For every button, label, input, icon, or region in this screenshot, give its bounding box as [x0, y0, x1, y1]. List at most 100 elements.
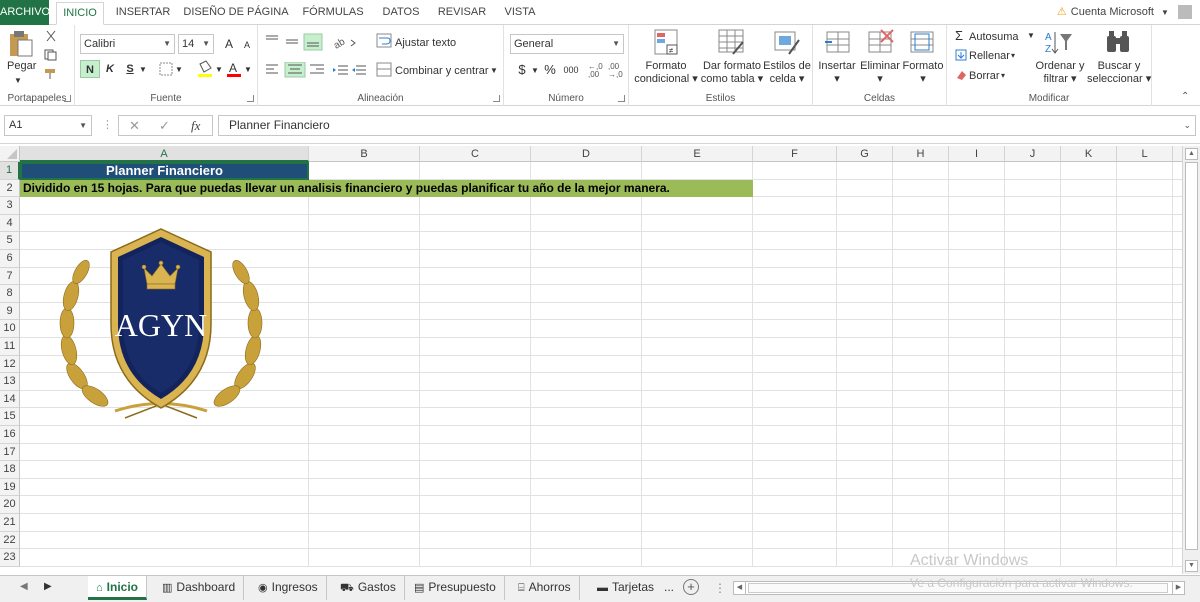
column-header-j[interactable]: J — [1005, 146, 1061, 162]
sheet-tab-gastos[interactable]: ⛟ Gastos — [332, 576, 405, 600]
column-header-l[interactable]: L — [1117, 146, 1173, 162]
tab-split-handle[interactable]: ⋮ — [714, 581, 726, 595]
row-header-1[interactable]: 1 — [0, 162, 20, 180]
column-header-i[interactable]: I — [949, 146, 1005, 162]
tab-diseno-pagina[interactable]: DISEÑO DE PÁGINA — [182, 2, 290, 25]
find-select-icon[interactable] — [1103, 28, 1135, 58]
collapse-ribbon-icon[interactable]: ⌃ — [1181, 91, 1189, 102]
scroll-left-icon[interactable]: ◀ — [734, 582, 746, 594]
column-header-h[interactable]: H — [893, 146, 949, 162]
thousands-button[interactable]: 000 — [559, 61, 583, 79]
shrink-font-button[interactable]: A — [237, 36, 257, 54]
expand-formula-icon[interactable]: ⌄ — [1183, 116, 1191, 135]
column-header-c[interactable]: C — [420, 146, 531, 162]
font-size-combo[interactable]: 14 ▼ — [178, 34, 214, 54]
cut-icon[interactable] — [44, 30, 58, 42]
row-header-9[interactable]: 9 — [0, 302, 20, 321]
fill-color-icon[interactable] — [197, 60, 213, 78]
row-header-19[interactable]: 19 — [0, 478, 20, 497]
wrap-text-icon[interactable] — [376, 33, 394, 49]
vertical-scrollbar[interactable]: ▲ ▼ — [1182, 146, 1200, 574]
more-options-icon[interactable]: ⋮ — [102, 118, 113, 131]
row-header-22[interactable]: 22 — [0, 531, 20, 550]
select-all-corner[interactable] — [0, 146, 20, 162]
column-header-a[interactable]: A — [20, 146, 309, 162]
font-color-icon[interactable]: A — [226, 60, 242, 78]
autosum-button[interactable]: Autosuma — [969, 31, 1019, 43]
underline-button[interactable]: S — [120, 60, 140, 78]
vertical-scroll-thumb[interactable] — [1185, 162, 1198, 550]
format-as-table-button[interactable]: Dar formato como tabla ▾ — [699, 60, 765, 86]
currency-dropdown-icon[interactable]: ▼ — [531, 66, 539, 75]
fill-button[interactable]: Rellenar — [969, 50, 1010, 62]
row-header-8[interactable]: 8 — [0, 285, 20, 303]
insert-cells-button[interactable]: Insertar ▾ — [815, 60, 859, 86]
row-header-3[interactable]: 3 — [0, 197, 20, 215]
tab-insertar[interactable]: INSERTAR — [112, 2, 174, 25]
cell-styles-button[interactable]: Estilos de celda ▾ — [763, 60, 811, 86]
column-header-d[interactable]: D — [531, 146, 642, 162]
merge-center-icon[interactable] — [376, 62, 394, 78]
insert-function-button[interactable]: fx — [191, 118, 200, 134]
fill-icon[interactable] — [955, 49, 967, 61]
clear-icon[interactable] — [955, 69, 967, 81]
decimal-icons[interactable]: ←,0,00,00→,0 — [588, 61, 626, 79]
clear-button[interactable]: Borrar — [969, 70, 1000, 82]
paste-icon[interactable] — [8, 30, 34, 58]
column-header-k[interactable]: K — [1061, 146, 1117, 162]
borders-dropdown-icon[interactable]: ▼ — [175, 65, 183, 74]
cell-styles-icon[interactable] — [771, 28, 803, 58]
row-header-10[interactable]: 10 — [0, 320, 20, 338]
currency-button[interactable]: $ — [512, 61, 532, 79]
format-as-table-icon[interactable] — [715, 28, 747, 58]
clear-dropdown-icon[interactable]: ▾ — [1001, 71, 1005, 80]
row-header-12[interactable]: 12 — [0, 355, 20, 374]
sheet-tab-ingresos[interactable]: ◉ Ingresos — [250, 576, 327, 600]
cell-a2[interactable]: Dividido en 15 hojas. Para que puedas ll… — [20, 179, 753, 198]
autosum-dropdown-icon[interactable]: ▼ — [1027, 31, 1035, 40]
tab-datos[interactable]: DATOS — [376, 2, 426, 25]
add-sheet-icon[interactable]: + — [683, 579, 699, 595]
find-select-button[interactable]: Buscar y seleccionar ▾ — [1087, 60, 1151, 86]
row-header-18[interactable]: 18 — [0, 461, 20, 479]
wrap-text-button[interactable]: Ajustar texto — [395, 37, 456, 49]
conditional-format-button[interactable]: Formato condicional ▾ — [631, 60, 701, 86]
font-name-combo[interactable]: Calibri ▼ — [80, 34, 175, 54]
sort-filter-icon[interactable]: AZ — [1043, 28, 1075, 58]
row-header-15[interactable]: 15 — [0, 408, 20, 426]
column-header-m[interactable]: M — [1173, 146, 1182, 162]
scroll-right-icon[interactable]: ▶ — [1172, 582, 1184, 594]
font-launcher-icon[interactable] — [247, 95, 254, 102]
paste-dropdown-icon[interactable]: ▼ — [14, 76, 22, 85]
format-cells-icon[interactable] — [907, 28, 939, 58]
tab-inicio[interactable]: INICIO — [56, 2, 104, 25]
scroll-up-icon[interactable]: ▲ — [1185, 148, 1198, 160]
delete-cells-icon[interactable] — [865, 28, 897, 58]
font-color-dropdown-icon[interactable]: ▼ — [244, 65, 252, 74]
row-header-23[interactable]: 23 — [0, 549, 20, 567]
insert-cells-icon[interactable] — [823, 28, 855, 58]
row-header-11[interactable]: 11 — [0, 338, 20, 356]
italic-button[interactable]: K — [100, 60, 120, 78]
scroll-tabs-left-icon[interactable]: ◀ — [20, 581, 28, 592]
row-header-21[interactable]: 21 — [0, 514, 20, 532]
clipboard-launcher-icon[interactable] — [64, 95, 71, 102]
borders-icon[interactable] — [159, 62, 173, 76]
tab-revisar[interactable]: REVISAR — [434, 2, 490, 25]
row-header-4[interactable]: 4 — [0, 214, 20, 233]
row-header-6[interactable]: 6 — [0, 250, 20, 268]
number-launcher-icon[interactable] — [618, 95, 625, 102]
format-painter-icon[interactable] — [44, 68, 58, 80]
more-sheets-button[interactable]: ... — [664, 580, 674, 594]
grow-font-button[interactable]: A — [219, 35, 239, 53]
confirm-icon[interactable]: ✓ — [159, 118, 170, 134]
autosum-icon[interactable]: Σ — [955, 28, 963, 43]
fill-dropdown-icon[interactable]: ▾ — [1011, 51, 1015, 60]
sheet-tab-ahorros[interactable]: ⌸ Ahorros — [510, 576, 580, 600]
row-header-13[interactable]: 13 — [0, 373, 20, 391]
bold-button[interactable]: N — [80, 60, 100, 78]
scroll-tabs-right-icon[interactable]: ▶ — [44, 581, 52, 592]
row-header-16[interactable]: 16 — [0, 426, 20, 444]
row-header-14[interactable]: 14 — [0, 390, 20, 409]
row-header-2[interactable]: 2 — [0, 179, 20, 198]
